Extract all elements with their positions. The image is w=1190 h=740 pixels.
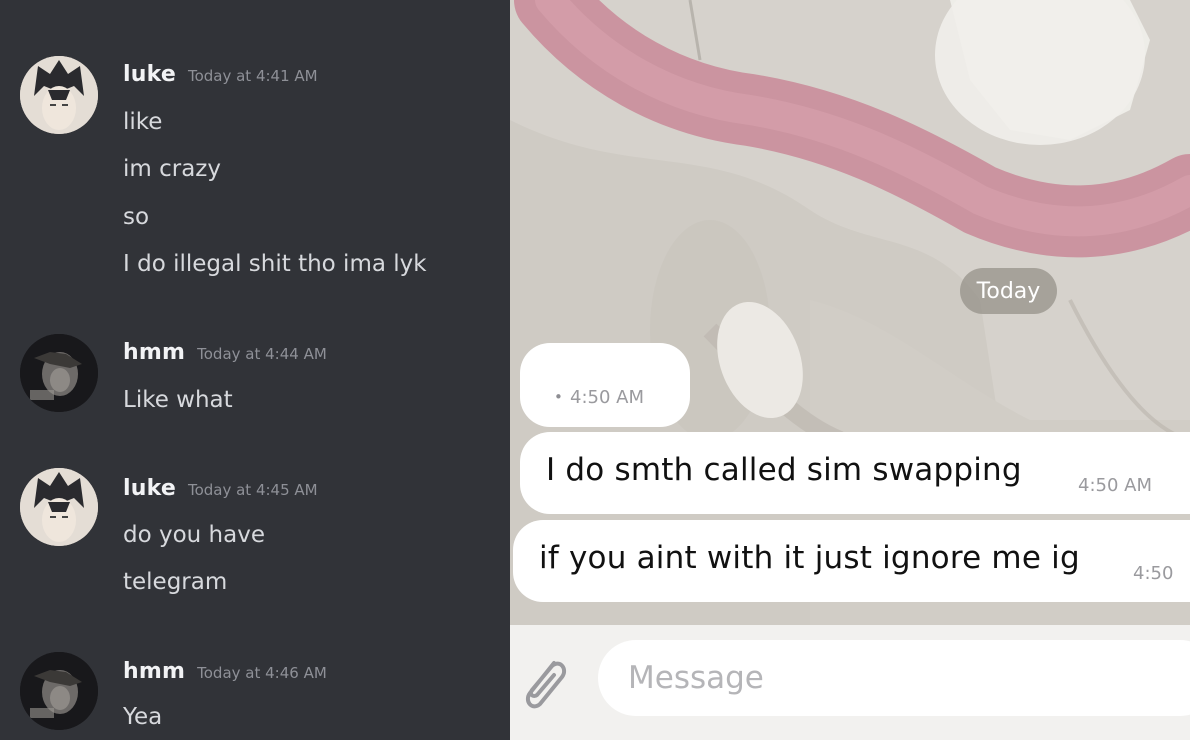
avatar-image xyxy=(20,56,98,134)
message-time: 4:50 xyxy=(1133,563,1174,584)
timestamp: Today at 4:44 AM xyxy=(197,345,327,363)
message-bubble-status: • 4:50 AM xyxy=(520,343,690,427)
composer-bar xyxy=(510,625,1190,740)
sending-dot-icon: • xyxy=(554,388,563,406)
message-text: do you have xyxy=(123,522,265,548)
username[interactable]: hmm xyxy=(123,340,185,365)
message-input-field[interactable] xyxy=(598,640,1190,716)
avatar-image xyxy=(20,334,98,412)
message-time: 4:50 AM xyxy=(1078,475,1152,496)
timestamp: Today at 4:45 AM xyxy=(187,481,318,499)
message-input[interactable] xyxy=(628,658,1168,698)
message-text: telegram xyxy=(123,569,228,595)
username[interactable]: luke xyxy=(123,476,176,501)
telegram-chat-panel: Today • 4:50 AM I do smth called sim swa… xyxy=(510,0,1190,740)
avatar-image xyxy=(20,652,98,730)
message-text: if you aint with it just ignore me ig xyxy=(539,540,1080,576)
message-text: Yea xyxy=(123,704,163,730)
message-header: luke Today at 4:41 AM xyxy=(123,62,318,92)
timestamp: Today at 4:41 AM xyxy=(187,67,318,85)
timestamp: Today at 4:46 AM xyxy=(197,664,327,682)
avatar[interactable] xyxy=(20,468,98,546)
message-header: luke Today at 4:45 AM xyxy=(123,476,318,506)
message-text: like xyxy=(123,109,163,135)
paperclip-icon[interactable] xyxy=(514,647,570,719)
avatar-image xyxy=(20,468,98,546)
avatar[interactable] xyxy=(20,334,98,412)
avatar[interactable] xyxy=(20,56,98,134)
message-header: hmm Today at 4:46 AM xyxy=(123,659,327,689)
username[interactable]: hmm xyxy=(123,659,185,684)
discord-chat-panel: luke Today at 4:41 AM like im crazy so I … xyxy=(0,0,510,740)
message-bubble[interactable]: I do smth called sim swapping 4:50 AM xyxy=(520,432,1190,514)
avatar[interactable] xyxy=(20,652,98,730)
date-separator: Today xyxy=(960,268,1057,314)
message-header: hmm Today at 4:44 AM xyxy=(123,340,327,370)
message-text: I do illegal shit tho ima lyk xyxy=(123,251,427,277)
message-time: 4:50 AM xyxy=(570,387,644,408)
message-bubble[interactable]: if you aint with it just ignore me ig 4:… xyxy=(513,520,1190,602)
message-text: so xyxy=(123,204,150,230)
message-text: I do smth called sim swapping xyxy=(546,452,1022,488)
username[interactable]: luke xyxy=(123,62,176,87)
message-text: Like what xyxy=(123,387,233,413)
message-text: im crazy xyxy=(123,156,221,182)
